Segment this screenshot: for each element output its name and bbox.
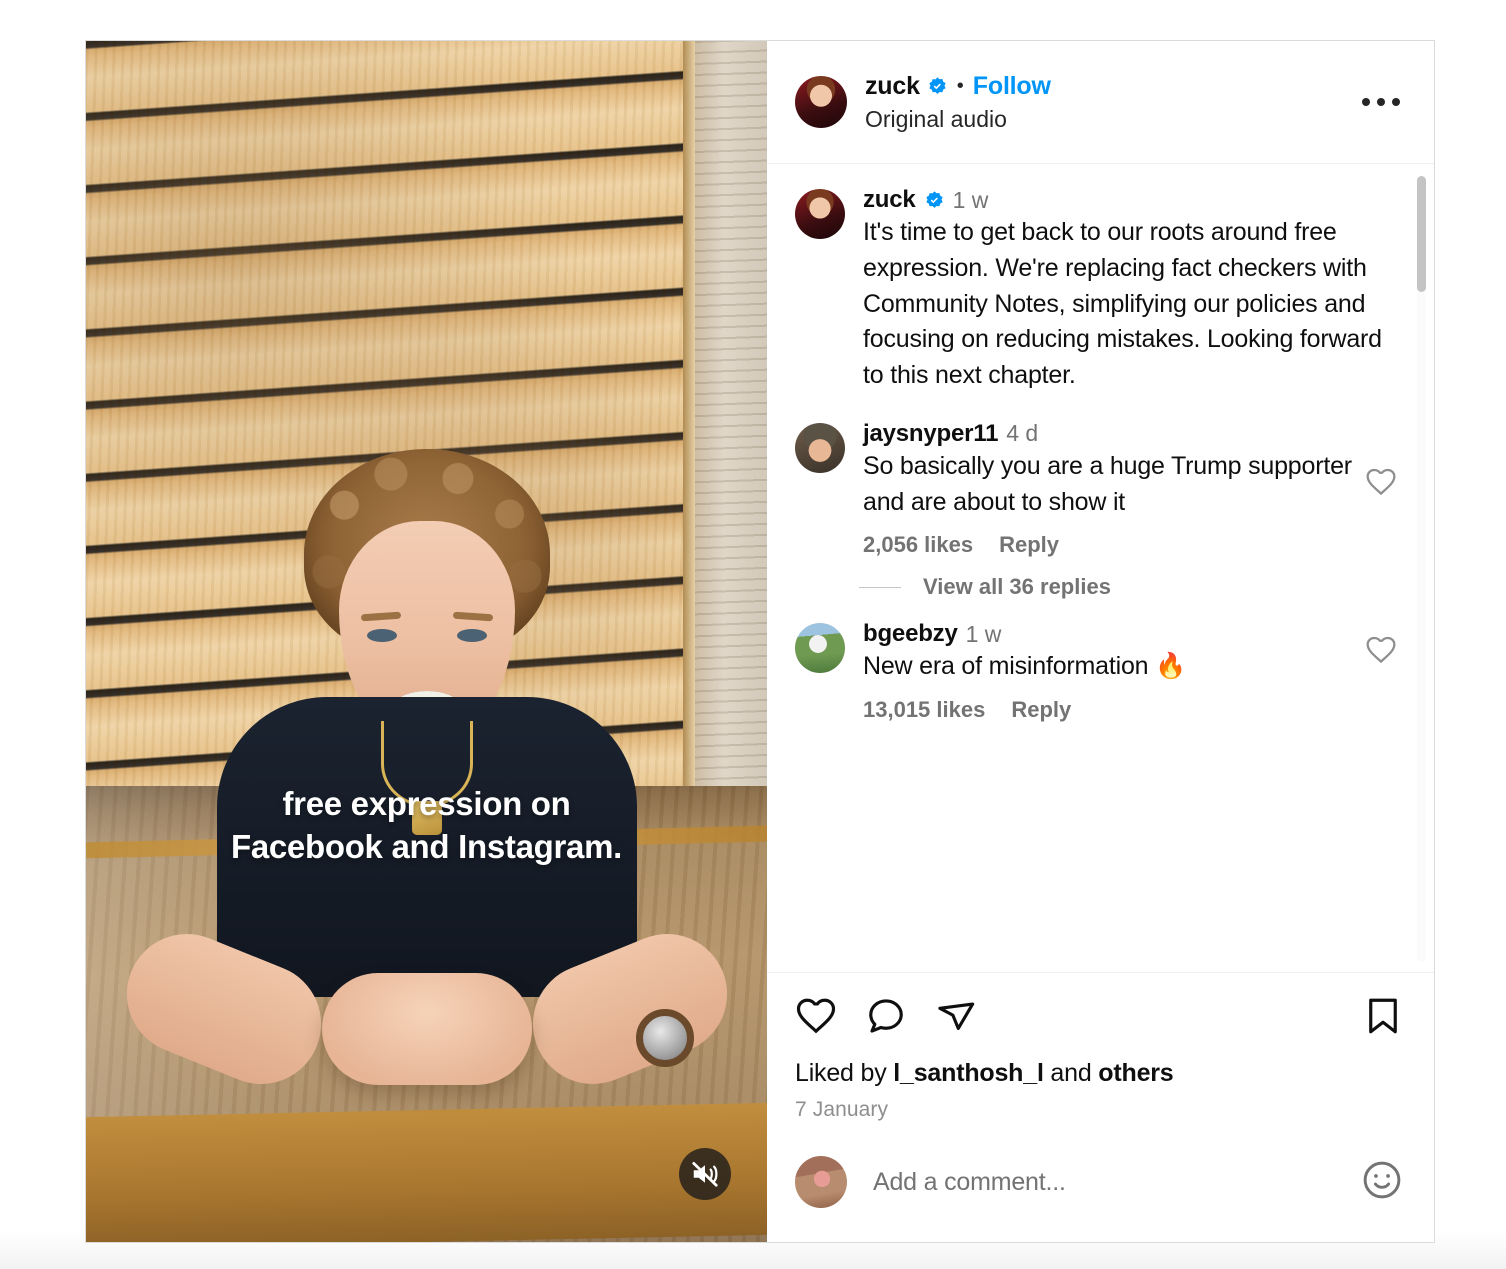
action-icon-row	[795, 995, 1404, 1037]
heart-icon	[796, 998, 836, 1034]
comment-avatar[interactable]	[795, 422, 845, 473]
follow-button[interactable]: Follow	[973, 72, 1051, 101]
liked-by-prefix: Liked by	[795, 1059, 894, 1087]
comment-likes-count[interactable]: 2,056 likes	[863, 532, 973, 558]
post-header: zuck • Follow Original audio	[767, 41, 1434, 164]
comment-like-button[interactable]	[1365, 634, 1397, 666]
smiley-face-icon	[1363, 1161, 1401, 1198]
eyebrow-right	[452, 611, 493, 622]
like-post-button[interactable]	[795, 995, 837, 1037]
eye-left	[366, 629, 397, 643]
comment-like-column	[1358, 620, 1404, 723]
comment-post-button[interactable]	[865, 995, 907, 1037]
more-dot-3	[1392, 98, 1400, 106]
wall-edge	[683, 41, 695, 786]
comment-body: jaysnyper11 4 d So basically you are a h…	[863, 420, 1358, 559]
caption-text: It's time to get back to our roots aroun…	[863, 218, 1382, 389]
comment-body: bgeebzy 1 w New era of misinformation 🔥 …	[863, 620, 1358, 723]
muted-speaker-icon	[692, 1162, 718, 1187]
comment-username[interactable]: bgeebzy	[863, 620, 958, 648]
view-replies-row[interactable]: View all 36 replies	[859, 574, 1404, 600]
header-separator: •	[956, 75, 964, 97]
comments-scroll-region[interactable]: zuck 1 w It's time to get back to our ro…	[767, 164, 1434, 973]
eye-right	[456, 629, 487, 643]
comments-scrollbar-track[interactable]	[1417, 176, 1426, 962]
comment-item: jaysnyper11 4 d So basically you are a h…	[795, 420, 1404, 559]
clasped-hands	[321, 973, 532, 1086]
mute-toggle-button[interactable]	[679, 1148, 731, 1200]
caption-username[interactable]: zuck	[863, 186, 916, 214]
wall-right-panel	[695, 41, 767, 786]
wristwatch	[635, 1009, 694, 1068]
eyebrow-left	[360, 611, 401, 622]
comment-meta: 13,015 likes Reply	[863, 697, 1358, 723]
page-root: free expression on Facebook and Instagra…	[0, 0, 1506, 1269]
add-comment-input[interactable]	[873, 1167, 1360, 1197]
more-dot-2	[1377, 98, 1385, 106]
heart-icon	[1366, 637, 1396, 664]
header-text-block: zuck • Follow Original audio	[865, 72, 1051, 133]
post-actions: Liked by l_santhosh_l and others 7 Janua…	[767, 973, 1434, 1122]
bookmark-icon	[1369, 998, 1397, 1034]
header-identity-row: zuck • Follow	[865, 72, 1051, 101]
comment-reply-button[interactable]: Reply	[1011, 697, 1071, 723]
comment-meta: 2,056 likes Reply	[863, 532, 1358, 558]
comment-bubble-icon	[869, 999, 903, 1033]
more-options-button[interactable]	[1352, 90, 1410, 114]
audio-label[interactable]: Original audio	[865, 106, 1051, 133]
video-frame: free expression on Facebook and Instagra…	[86, 41, 767, 1242]
comment-item: bgeebzy 1 w New era of misinformation 🔥 …	[795, 620, 1404, 723]
caption-meta-row: zuck 1 w	[863, 186, 1404, 214]
comment-likes-count[interactable]: 13,015 likes	[863, 697, 985, 723]
comment-like-button[interactable]	[1365, 466, 1397, 498]
video-subtitle-overlay: free expression on Facebook and Instagra…	[86, 783, 767, 869]
author-avatar[interactable]	[795, 76, 847, 128]
more-dot-1	[1362, 98, 1370, 106]
liked-by-others[interactable]: others	[1098, 1059, 1173, 1087]
comments-scrollbar-thumb[interactable]	[1417, 176, 1426, 292]
subtitle-line-2: Facebook and Instagram.	[230, 827, 623, 865]
comment-reply-button[interactable]: Reply	[999, 532, 1059, 558]
comment-like-column	[1358, 420, 1404, 559]
table-front-edge	[86, 1102, 767, 1242]
comment-username[interactable]: jaysnyper11	[863, 420, 998, 448]
comment-avatar[interactable]	[795, 623, 845, 674]
verified-badge-icon	[929, 76, 946, 94]
post-info-pane: zuck • Follow Original audio zuck 1 w It…	[767, 41, 1434, 1242]
save-post-button[interactable]	[1362, 995, 1404, 1037]
comment-meta-row: bgeebzy 1 w	[863, 620, 1358, 648]
instagram-post-card: free expression on Facebook and Instagra…	[85, 40, 1435, 1243]
subtitle-line-1: free expression on	[282, 785, 571, 822]
caption-body: zuck 1 w It's time to get back to our ro…	[863, 186, 1404, 394]
liked-by-username[interactable]: l_santhosh_l	[893, 1059, 1044, 1087]
share-paper-plane-icon	[938, 1002, 975, 1030]
add-comment-bar	[767, 1122, 1434, 1242]
caption-timestamp: 1 w	[952, 186, 989, 213]
post-date: 7 January	[795, 1098, 889, 1121]
heart-icon	[1366, 468, 1396, 495]
likes-summary: Liked by l_santhosh_l and others	[795, 1059, 1404, 1088]
author-username[interactable]: zuck	[865, 72, 920, 101]
share-post-button[interactable]	[935, 995, 977, 1037]
comment-timestamp: 1 w	[965, 620, 1002, 647]
current-user-avatar[interactable]	[795, 1156, 847, 1208]
verified-badge-icon	[925, 190, 943, 208]
comment-text: New era of misinformation 🔥	[863, 652, 1187, 681]
comment-timestamp: 4 d	[1006, 420, 1039, 447]
comment-meta-row: jaysnyper11 4 d	[863, 420, 1358, 448]
video-player[interactable]: free expression on Facebook and Instagra…	[86, 41, 767, 1242]
emoji-picker-button[interactable]	[1360, 1158, 1404, 1207]
view-all-replies-button[interactable]: View all 36 replies	[923, 574, 1111, 600]
caption-avatar[interactable]	[795, 189, 845, 239]
post-caption: zuck 1 w It's time to get back to our ro…	[795, 186, 1404, 394]
comment-text: So basically you are a huge Trump suppor…	[863, 451, 1352, 516]
replies-dash	[859, 586, 901, 588]
liked-by-middle: and	[1043, 1059, 1099, 1087]
